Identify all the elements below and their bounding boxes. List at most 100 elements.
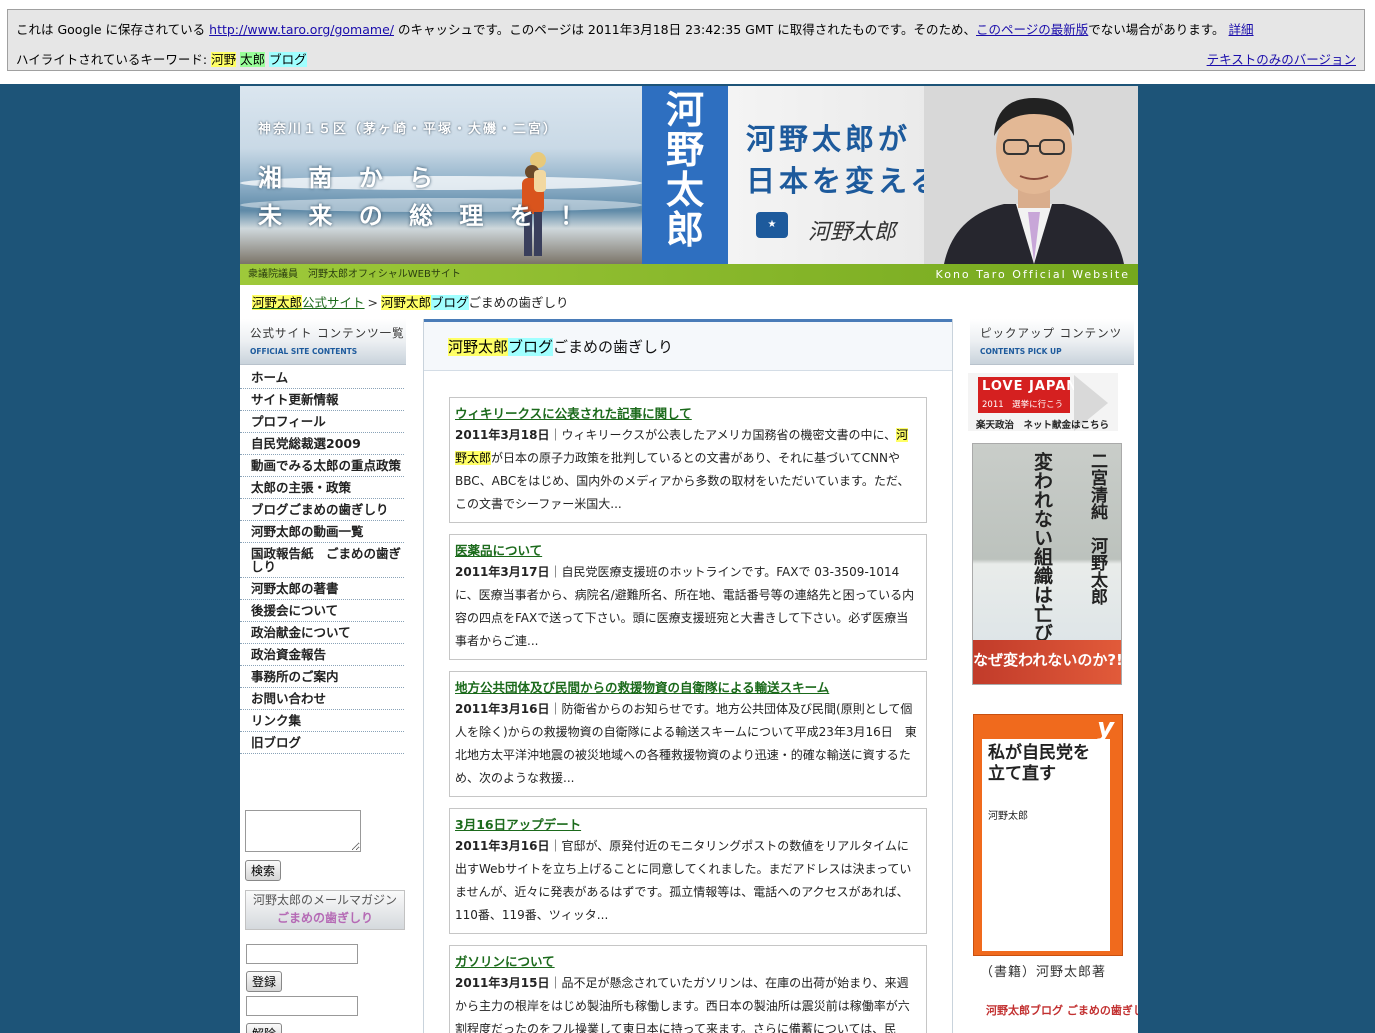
post-excerpt: 2011年3月16日｜防衛省からのお知らせです。地方公共団体及び民間(原則として… [455,698,920,790]
signature: 河野太郎 [808,220,897,245]
post-date: 2011年3月15日 [455,976,550,990]
slogan-line-2: 未 来 の 総 理 を ！ [258,202,594,230]
sidebar-item-policy[interactable]: 太郎の主張・政策 [240,477,404,499]
vertical-name: 河野太郎 [665,87,704,252]
sidebar-item-video-policy[interactable]: 動画でみる太郎の重点政策 [240,455,404,477]
contents-list-subtitle: OFFICIAL SITE CONTENTS [250,347,358,356]
breadcrumb-home-link[interactable]: 河野太郎公式サイト [252,295,365,310]
search-button[interactable]: 検索 [245,860,282,881]
post-text: ｜ウィキリークスが公表したアメリカ国務省の機密文書の中に、 [549,428,897,442]
sidebar-item-supporters[interactable]: 後援会について [240,600,404,622]
keyword-highlight: 河野太郎 [252,295,303,310]
highlight-keywords-line: ハイライトされているキーワード: 河野 太郎 ブログ [16,49,307,68]
cache-text-mid: のキャッシュです。このページは 2011年3月18日 23:42:35 GMT … [397,22,977,37]
sidebar-item-newsletter[interactable]: 国政報告紙 ごまめの歯ぎしり [240,543,404,578]
sidebar-item-home[interactable]: ホーム [240,367,404,389]
text-only-version-link[interactable]: テキストのみのバージョン [1207,49,1356,68]
blog-post: ガソリンについて 2011年3月15日｜品不足が懸念されていたガソリンは、在庫の… [449,945,927,1033]
book-caption: （書籍）河野太郎著 [980,965,1107,980]
sidebar-item-blog[interactable]: ブログごまめの歯ぎしり [240,499,404,521]
sidebar-item-profile[interactable]: プロフィール [240,411,404,433]
sidebar-nav: ホーム サイト更新情報 プロフィール 自民党総裁選2009 動画でみる太郎の重点… [240,367,406,754]
post-date: 2011年3月16日 [455,839,550,853]
post-title-link[interactable]: 3月16日アップデート [455,817,920,833]
mail-magazine-name: ごまめの歯ぎしり [276,911,373,925]
keywords-label: ハイライトされているキーワード: [16,52,208,67]
book-title: 変われない組織は亡びる [1031,452,1053,661]
love-japan-subtitle: 2011 選挙に行こう [982,400,1064,410]
portrait-photo [924,86,1138,264]
love-japan-banner[interactable]: LOVE JAPAN 2011 選挙に行こう 楽天政治 ネット献金はこちら [968,373,1118,431]
post-title-link[interactable]: 地方公共団体及び民間からの救援物資の自衛隊による輸送スキーム [455,680,920,696]
post-date: 2011年3月16日 [455,702,550,716]
book-author: 河野太郎 [988,811,1028,822]
keyword-highlight: 太郎 [240,52,266,67]
page-container: 神奈川１５区（茅ヶ崎・平塚・大磯・二宮） 湘 南 か ら 未 来 の 総 理 を… [240,86,1138,1033]
mail-magazine-title: 河野太郎のメールマガジン [252,893,397,907]
book-band: なぜ変われないのか?! [973,640,1121,684]
site-header-banner: 神奈川１５区（茅ヶ崎・平塚・大磯・二宮） 湘 南 か ら 未 来 の 総 理 を… [240,86,1138,285]
details-link[interactable]: 詳細 [1229,22,1254,37]
beach-photo: 神奈川１５区（茅ヶ崎・平塚・大磯・二宮） 湘 南 か ら 未 来 の 総 理 を… [240,86,642,264]
publisher-logo-icon: y [1097,714,1114,743]
post-title-link[interactable]: ウィキリークスに公表された記事に関して [455,406,920,422]
book-title: 私が自民党を立て直す [988,743,1090,784]
blog-post: 地方公共団体及び民間からの救援物資の自衛隊による輸送スキーム 2011年3月16… [449,671,927,797]
blog-post: ウィキリークスに公表された記事に関して 2011年3月18日｜ウィキリークスが公… [449,397,927,523]
cache-bar: これは Google に保存されている http://www.taro.org/… [0,0,1375,84]
unsubscribe-email-input[interactable] [246,996,358,1016]
book-cover-kawarenai[interactable]: 二宮清純 河野太郎 変われない組織は亡びる なぜ変われないのか?! [972,443,1122,685]
mail-magazine-header: 河野太郎のメールマガジン ごまめの歯ぎしり [245,890,405,930]
post-excerpt: 2011年3月17日｜自民党医療支援班のホットラインです。FAXで 03-350… [455,561,920,653]
party-logo-icon: ★ [756,212,788,238]
site-subtitle-bar: 衆議院議員 河野太郎オフィシャルWEBサイト Kono Taro Officia… [240,264,1138,285]
sidebar-item-contact[interactable]: お問い合わせ [240,688,404,710]
sidebar-item-funds-report[interactable]: 政治資金報告 [240,644,404,666]
slogan-line-1: 湘 南 か ら [258,164,443,192]
love-japan-caption: 楽天政治 ネット献金はこちら [976,420,1110,431]
keyword-highlight: ブログ [269,52,307,67]
contents-list-header: 公式サイト コンテンツ一覧 OFFICIAL SITE CONTENTS [240,319,406,365]
keyword-highlight: ブログ [508,338,554,356]
keyword-highlight: ブログ [431,295,469,310]
sidebar-item-old-blog[interactable]: 旧ブログ [240,732,404,754]
page-title: 河野太郎ブログごまめの歯ぎしり [448,336,673,357]
cached-url-link[interactable]: http://www.taro.org/gomame/ [209,22,394,37]
latest-version-link[interactable]: このページの最新版 [976,22,1088,37]
post-title-link[interactable]: ガソリンについて [455,954,920,970]
cache-text-prefix: これは Google に保存されている [16,22,206,37]
blog-post: 3月16日アップデート 2011年3月16日｜官邸が、原発付近のモニタリングポス… [449,808,927,934]
keyword-highlight: 河野 [211,52,237,67]
post-title-link[interactable]: 医薬品について [455,543,920,559]
pickup-subtitle: CONTENTS PICK UP [980,347,1062,356]
register-button[interactable]: 登録 [246,971,283,992]
post-date: 2011年3月18日 [455,428,550,442]
book-cover-jiminto[interactable]: y 私が自民党を立て直す 河野太郎 [973,714,1123,956]
pickup-title: ピックアップ コンテンツ [980,326,1123,340]
post-excerpt: 2011年3月18日｜ウィキリークスが公表したアメリカ国務省の機密文書の中に、河… [455,424,920,516]
cache-notice-line: これは Google に保存されている http://www.taro.org/… [16,19,1254,38]
blog-banner[interactable]: 河野太郎ブログ ごまめの歯ぎしり [982,994,1138,1033]
sidebar-item-donations[interactable]: 政治献金について [240,622,404,644]
search-input[interactable] [245,810,361,852]
blog-banner-text: 河野太郎ブログ ごまめの歯ぎしり [986,1004,1138,1017]
subscribe-email-input[interactable] [246,944,358,964]
sidebar-item-links[interactable]: リンク集 [240,710,404,732]
sidebar-search: 検索 [245,810,361,881]
book-authors: 二宮清純 河野太郎 [1087,452,1107,605]
sidebar-item-updates[interactable]: サイト更新情報 [240,389,404,411]
main-header: 河野太郎ブログごまめの歯ぎしり [424,319,952,371]
unsubscribe-button[interactable]: 解除 [246,1023,283,1033]
contents-list-title: 公式サイト コンテンツ一覧 [250,326,405,340]
cache-notice-box: これは Google に保存されている http://www.taro.org/… [7,9,1365,71]
sidebar-item-election-2009[interactable]: 自民党総裁選2009 [240,433,404,455]
post-excerpt: 2011年3月16日｜官邸が、原発付近のモニタリングポストの数値をリアルタイムに… [455,835,920,927]
headline-line-1: 河野太郎が [746,122,912,156]
sidebar-item-books[interactable]: 河野太郎の著書 [240,578,404,600]
sidebar-item-videos[interactable]: 河野太郎の動画一覧 [240,521,404,543]
keyword-highlight: 河野太郎 [381,295,432,310]
site-subtitle: 衆議院議員 河野太郎オフィシャルWEBサイト [248,269,461,280]
sidebar-item-office[interactable]: 事務所のご案内 [240,666,404,688]
breadcrumb: 河野太郎公式サイト > 河野太郎ブログごまめの歯ぎしり [252,292,569,311]
love-japan-title: LOVE JAPAN [982,379,1079,394]
